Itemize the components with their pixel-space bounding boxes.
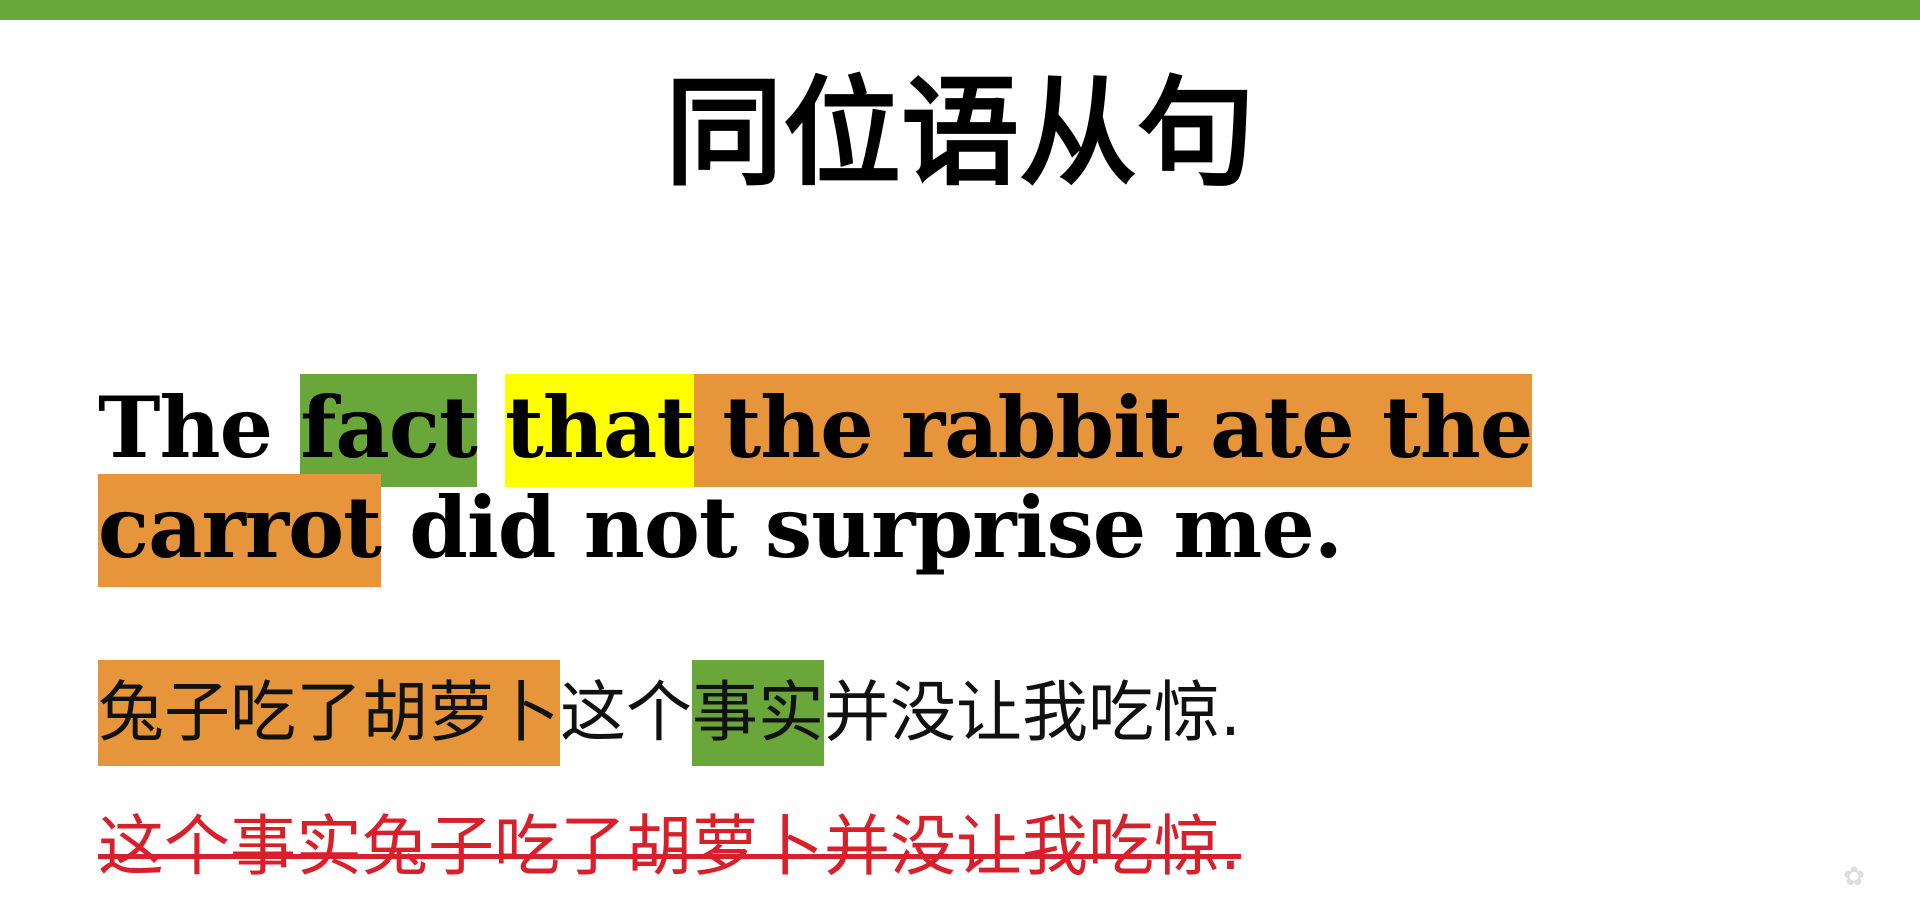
chinese-translation: 兔子吃了胡萝卜这个事实并没让我吃惊. [98,660,1241,766]
wrong-translation-text: 这个事实兔子吃了胡萝卜并没让我吃惊. [98,808,1241,885]
sentence-gap [477,378,505,477]
cn-text-part: 这个 [560,674,692,751]
cn-text-rest: 并没让我吃惊. [824,674,1241,751]
sentence-end: did not surprise me. [380,478,1343,577]
cn-noun-highlight: 事实 [692,660,824,766]
strikethrough-line [98,854,1241,859]
page-title: 同位语从句 [664,63,1255,202]
english-example-sentence: The fact that the rabbit ate the carrot … [98,374,1838,587]
watermark-icon: ✿ [1843,862,1865,892]
top-accent-bar [0,0,1920,20]
noun-fact-highlight: fact [300,374,478,487]
cn-clause-highlight: 兔子吃了胡萝卜 [98,660,560,766]
sentence-start: The [98,378,301,477]
that-highlight: that [505,374,695,487]
wrong-translation: 这个事实兔子吃了胡萝卜并没让我吃惊. [98,802,1241,892]
